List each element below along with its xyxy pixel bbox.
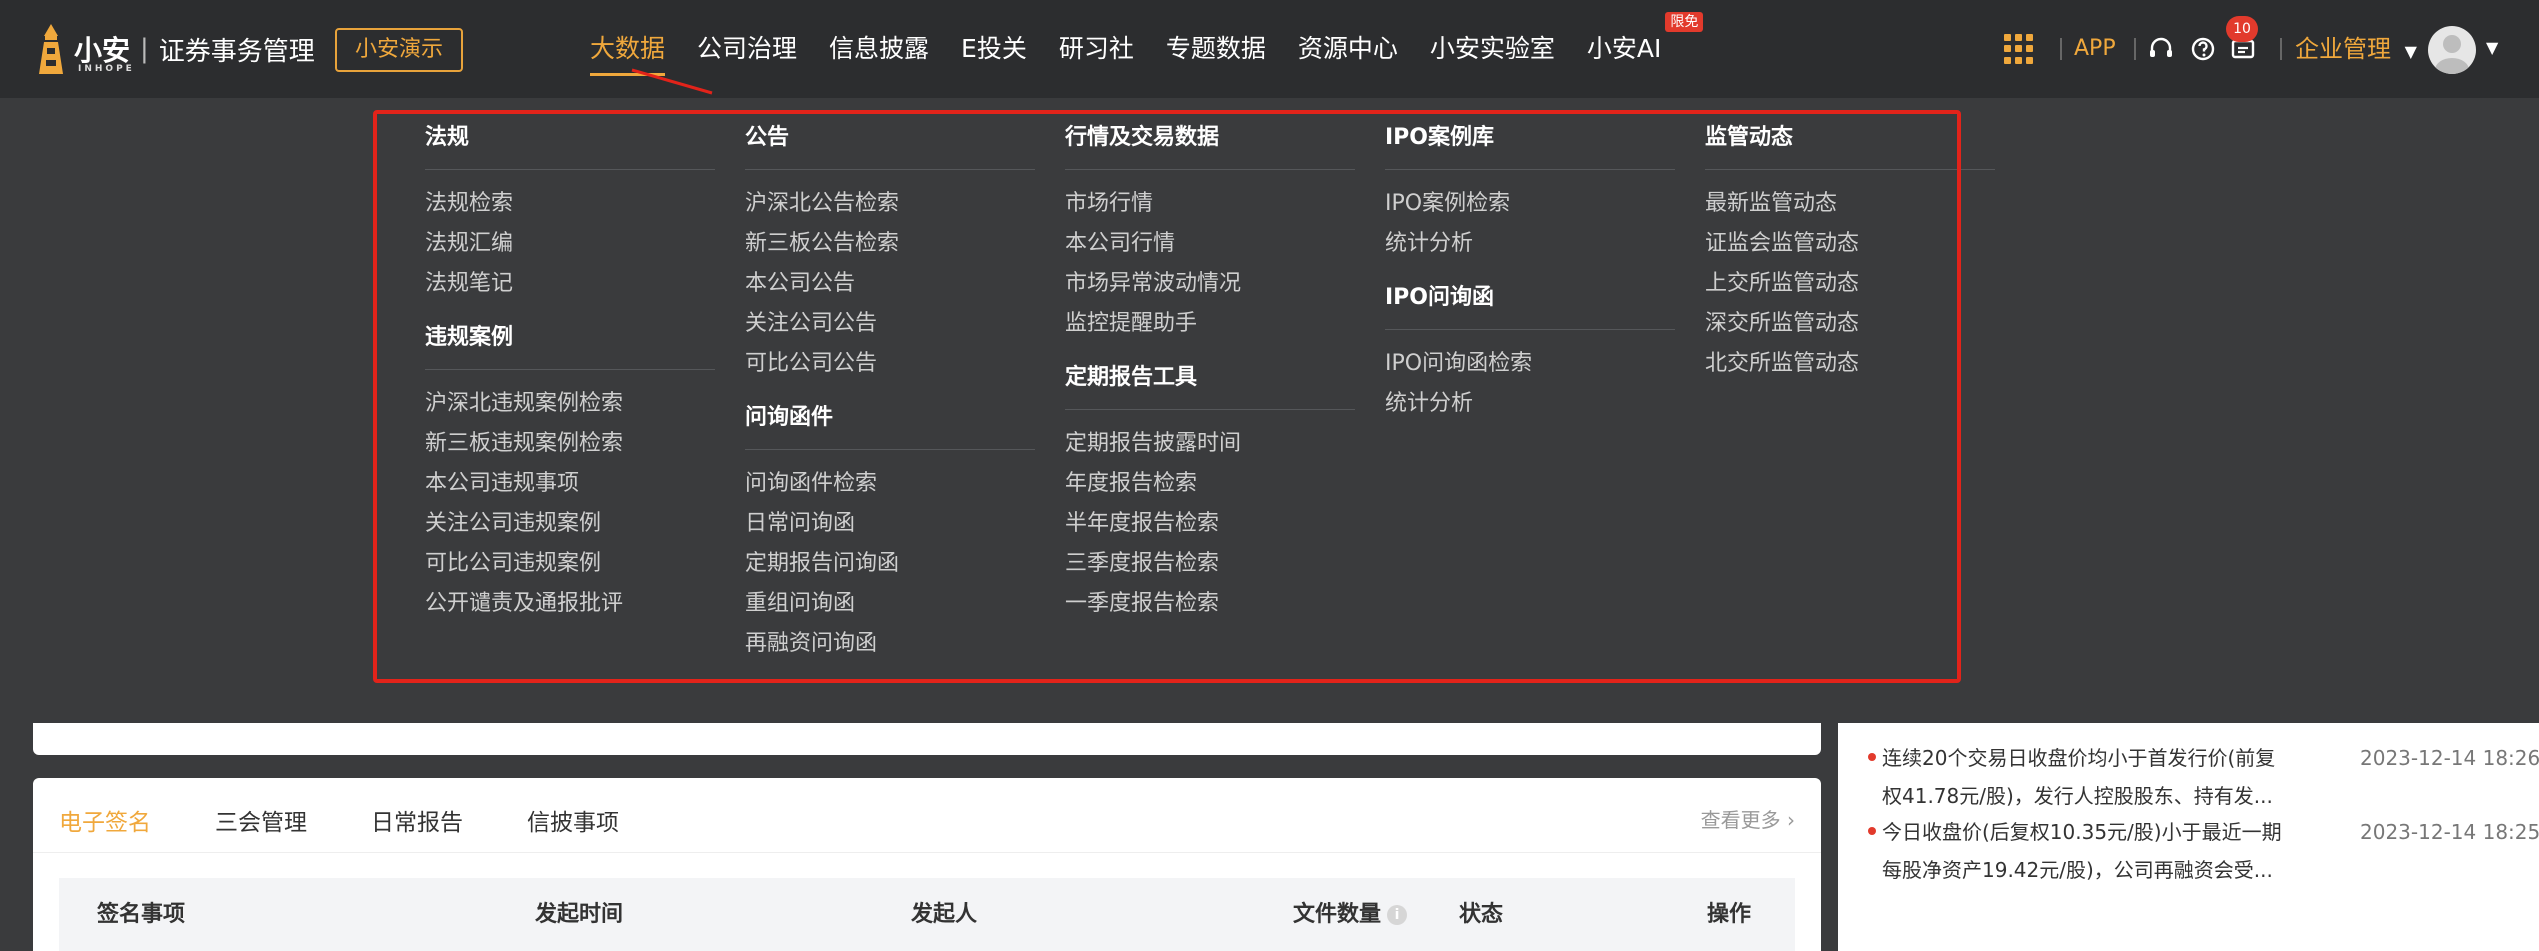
enterprise-label: 企业管理 <box>2295 35 2391 63</box>
toolbar-divider <box>2060 38 2062 60</box>
nav-item-disclosure[interactable]: 信息披露 <box>829 0 929 98</box>
table-header: 签名事项 发起时间 发起人 文件数量 i 状态 操作 <box>59 878 1795 951</box>
nav-item-topic-data[interactable]: 专题数据 <box>1166 0 1266 98</box>
tab-disclosure-items[interactable]: 信披事项 <box>527 798 619 868</box>
alert-text: 连续20个交易日收盘价均小于首发行价(前复 权41.78元/股)，发行人控股股东… <box>1882 739 2312 815</box>
column-header-file-count[interactable]: 文件数量 i <box>1293 878 1408 951</box>
enterprise-menu[interactable]: 企业管理 ▼ <box>2295 0 2417 101</box>
help-icon[interactable] <box>2190 36 2216 62</box>
avatar-chevron-down-icon[interactable]: ▼ <box>2486 38 2498 57</box>
top-navigation-bar: 小安 INHOPE | 证券事务管理 小安演示 大数据 公司治理 信息披露 E投… <box>0 0 2539 98</box>
highlight-annotation-box <box>373 110 1961 683</box>
tab-divider <box>33 852 1821 853</box>
nav-item-investor-relations[interactable]: E投关 <box>961 0 1027 98</box>
nav-item-resource-center[interactable]: 资源中心 <box>1298 0 1398 98</box>
headset-icon[interactable] <box>2148 36 2174 62</box>
tab-e-signature[interactable]: 电子签名 <box>59 798 151 882</box>
alert-text: 今日收盘价(后复权10.35元/股)小于最近一期 每股净资产19.42元/股)，… <box>1882 813 2312 889</box>
workbench-card: 电子签名 三会管理 日常报告 信披事项 查看更多 › 签名事项 发起时间 发起人… <box>33 778 1821 951</box>
logo-separator: | <box>140 34 149 64</box>
alert-time: 2023-12-14 18:25 <box>2360 820 2539 844</box>
column-header-item[interactable]: 签名事项 <box>97 878 185 951</box>
free-badge: 限免 <box>1665 12 1704 32</box>
upper-content-card <box>33 723 1821 755</box>
nav-item-big-data[interactable]: 大数据 <box>590 0 666 98</box>
column-header-actions: 操作 <box>1707 902 1752 927</box>
logo-subtitle: INHOPE <box>78 64 135 74</box>
nav-item-academy[interactable]: 研习社 <box>1059 0 1134 98</box>
logo[interactable]: 小安 INHOPE | 证券事务管理 <box>32 22 315 76</box>
nav-item-ai[interactable]: 小安AI 限免 <box>1586 0 1704 98</box>
see-more-link[interactable]: 查看更多 › <box>1701 804 1795 833</box>
toolbar-divider <box>2280 38 2282 60</box>
toolbar-divider <box>2134 38 2136 60</box>
demo-button[interactable]: 小安演示 <box>335 28 463 72</box>
nav-item-governance[interactable]: 公司治理 <box>697 0 797 98</box>
alert-dot-icon <box>1868 827 1876 835</box>
alerts-panel: 连续20个交易日收盘价均小于首发行价(前复 权41.78元/股)，发行人控股股东… <box>1838 723 2539 951</box>
info-icon[interactable]: i <box>1387 905 1408 925</box>
nav-item-ai-label: 小安AI <box>1586 34 1662 63</box>
alert-dot-icon <box>1868 753 1876 761</box>
column-header-file-count-label: 文件数量 <box>1293 902 1382 927</box>
avatar[interactable] <box>2428 26 2476 74</box>
apps-grid-icon[interactable] <box>2004 34 2034 64</box>
column-header-time[interactable]: 发起时间 <box>535 878 623 951</box>
alert-text-line: 今日收盘价(后复权10.35元/股)小于最近一期 <box>1882 820 2282 844</box>
alert-text-line: 每股净资产19.42元/股)，公司再融资会受... <box>1882 858 2273 882</box>
logo-title: 小安 <box>74 34 131 67</box>
column-header-initiator[interactable]: 发起人 <box>911 878 977 951</box>
app-link[interactable]: APP <box>2074 0 2116 98</box>
alert-time: 2023-12-14 18:26 <box>2360 746 2539 770</box>
product-name: 证券事务管理 <box>158 36 315 67</box>
tab-board-meetings[interactable]: 三会管理 <box>215 798 307 868</box>
chevron-down-icon: ▼ <box>2404 42 2417 61</box>
main-nav: 大数据 公司治理 信息披露 E投关 研习社 专题数据 资源中心 小安实验室 小安… <box>590 0 1704 98</box>
tab-bar: 电子签名 三会管理 日常报告 信披事项 <box>59 798 683 882</box>
column-header-status[interactable]: 状态 <box>1459 878 1503 951</box>
alert-text-line: 连续20个交易日收盘价均小于首发行价(前复 <box>1882 746 2276 770</box>
lighthouse-logo-icon <box>39 24 63 74</box>
nav-item-lab[interactable]: 小安实验室 <box>1430 0 1555 98</box>
alert-text-line: 权41.78元/股)，发行人控股股东、持有发... <box>1882 784 2273 808</box>
tab-daily-reports[interactable]: 日常报告 <box>371 798 463 868</box>
user-avatar-icon <box>2435 35 2469 74</box>
notification-count-badge: 10 <box>2226 16 2258 42</box>
